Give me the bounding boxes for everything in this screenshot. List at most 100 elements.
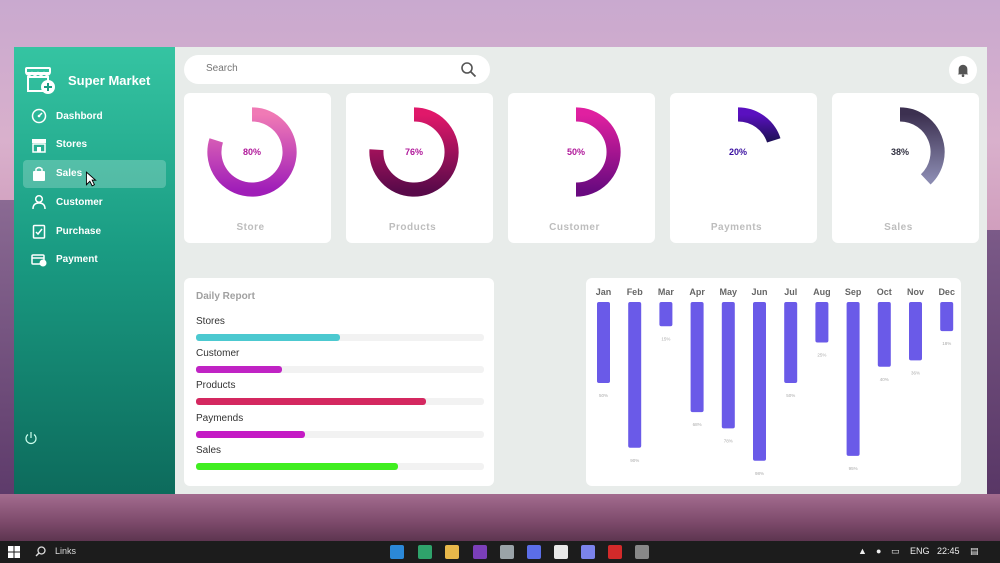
month-bar[interactable] [690,302,704,413]
month-value-label: 36% [911,370,920,375]
daily-report-title: Daily Report [196,291,255,302]
pdf-app-icon[interactable] [608,545,622,559]
progress-track [196,463,484,470]
sidebar-item-label: Payment [56,254,98,266]
search-input[interactable] [206,63,446,74]
donut-arc [737,107,781,143]
monthly-bar-chart: Jan 50% Feb 90% Mar 15% Apr 68% May 78% Jun 98% Jul 5… [596,287,955,476]
sidebar-item-purchase[interactable]: Purchase [23,217,166,245]
month-label: Jun [751,287,767,297]
taskbar-search-icon[interactable] [35,546,46,557]
progress-fill [196,463,398,470]
progress-track [196,398,484,405]
clock[interactable]: 22:45 [937,546,960,556]
file-explorer-icon[interactable] [445,545,459,559]
mouse-cursor-icon [85,170,97,187]
app-window: Super Market Dashbord Stores Sales Custo… [14,47,987,494]
daily-report-panel: Daily Report Stores Customer Products Pa… [184,278,494,486]
search-bar[interactable] [184,55,490,84]
month-bar[interactable] [721,302,735,429]
report-row-label: Paymends [196,413,244,424]
microphone-icon[interactable]: ● [876,546,881,556]
progress-fill [196,431,306,438]
network-icon[interactable]: ▭ [891,546,900,557]
progress-fill [196,366,283,373]
notification-center-icon[interactable]: ▤ [970,546,979,557]
onenote-icon[interactable] [473,545,487,559]
language-indicator[interactable]: ENG [910,546,930,556]
sidebar: Super Market Dashbord Stores Sales Custo… [14,47,175,494]
store-icon [32,138,46,153]
month-bar[interactable] [753,302,766,461]
sidebar-item-label: Stores [56,139,88,151]
taskbar-search-text[interactable]: Links [55,546,76,556]
progress-track [196,431,484,438]
active-app-icon[interactable] [635,545,649,559]
stat-percent: 76% [404,147,423,157]
stat-percent: 20% [728,147,747,157]
month-value-label: 25% [817,353,826,358]
report-row-label: Sales [196,445,222,456]
desktop-background-bottom [0,494,1000,541]
sidebar-nav: Dashbord Stores Sales Customer Purchase [23,102,166,275]
notification-button[interactable] [949,56,977,84]
month-bar[interactable] [815,302,829,343]
month-bar[interactable] [784,302,798,383]
stat-label: Store [236,222,265,233]
sidebar-item-stores[interactable]: Stores [23,131,166,159]
report-row-stores: Stores [196,316,484,341]
month-bar[interactable] [877,302,891,367]
stat-percent: 38% [890,147,909,157]
stat-percent: 80% [242,147,261,157]
windows-start-icon[interactable] [8,546,20,558]
bag-icon [33,166,45,181]
stat-label: Products [388,222,437,233]
report-row-label: Products [196,380,236,391]
stat-card-store[interactable]: 80% Store [184,93,331,243]
month-label: Apr [689,287,705,297]
stat-card-products[interactable]: 76% Products [346,93,493,243]
stat-label: Sales [884,222,913,233]
monthly-chart-panel: Jan 50% Feb 90% Mar 15% Apr 68% May 78% Jun 98% Jul 5… [586,278,961,486]
sidebar-item-label: Dashbord [56,110,103,122]
teams-icon[interactable] [581,545,595,559]
store-app-icon[interactable] [500,545,514,559]
vscode-icon[interactable] [390,545,404,559]
stat-label: Payments [710,222,763,233]
desktop-background-left [0,200,14,500]
sidebar-item-label: Customer [56,196,103,208]
month-bar[interactable] [597,302,610,383]
month-bar[interactable] [909,302,922,361]
edge-icon[interactable] [418,545,432,559]
stat-card-sales[interactable]: 38% Sales [832,93,979,243]
month-value-label: 40% [880,377,889,382]
month-bar[interactable] [846,302,860,456]
month-value-label: 18% [942,341,951,346]
month-label: Nov [907,287,924,297]
chrome-icon[interactable] [554,545,568,559]
brand[interactable]: Super Market [24,65,150,95]
month-bar[interactable] [940,302,954,332]
month-value-label: 50% [786,393,795,398]
month-label: Jan [596,287,612,297]
search-icon[interactable] [460,61,477,78]
stat-card-customer[interactable]: 50% Customer [508,93,655,243]
power-icon[interactable] [24,431,38,445]
taskbar: Links ▲ ● ▭ ENG 22:45 ▤ [0,541,1000,563]
app-icon[interactable] [527,545,541,559]
month-label: Jul [784,287,797,297]
month-bar[interactable] [628,302,642,448]
sidebar-item-sales[interactable]: Sales [23,159,166,188]
sidebar-item-payment[interactable]: Payment [23,246,166,274]
progress-track [196,366,484,373]
sidebar-item-dashboard[interactable]: Dashbord [23,102,166,130]
sidebar-item-customer[interactable]: Customer [23,188,166,216]
desktop-background-right [987,230,1000,500]
main-content: 80% Store 76% Products 50% Customer 20% … [175,47,987,494]
month-value-label: 15% [661,336,670,341]
stat-card-payments[interactable]: 20% Payments [670,93,817,243]
month-bar[interactable] [659,302,673,327]
sidebar-item-label: Sales [56,168,83,180]
tray-chevron-icon[interactable]: ▲ [858,546,867,556]
month-value-label: 95% [849,466,858,471]
